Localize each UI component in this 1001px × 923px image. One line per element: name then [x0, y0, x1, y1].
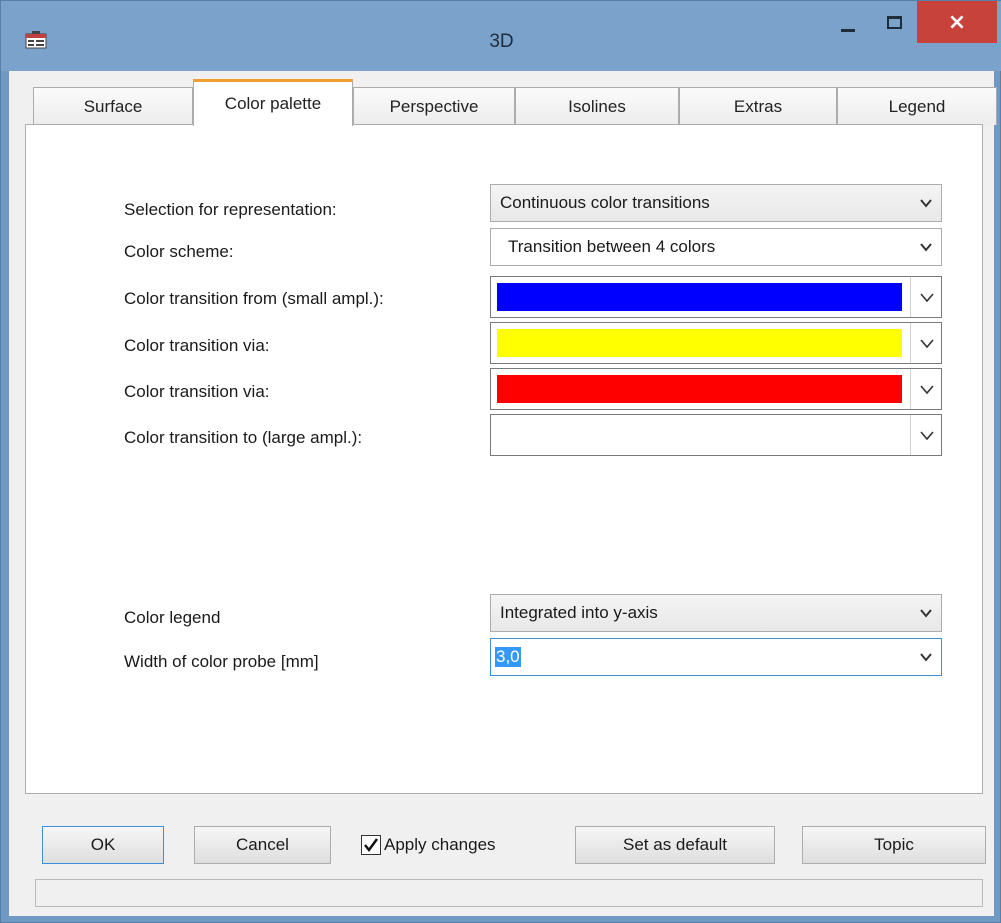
color-via-1-picker[interactable] [490, 322, 942, 364]
title-bar: 3D × [1, 1, 1001, 71]
divider [910, 415, 911, 455]
apply-changes-checkbox[interactable] [361, 835, 381, 855]
chevron-down-icon [920, 431, 934, 441]
probe-width-value[interactable]: 3,0 [495, 647, 521, 667]
chevron-down-icon[interactable] [919, 650, 933, 664]
apply-changes-checkbox-row[interactable]: Apply changes [361, 834, 496, 856]
tab-color-palette[interactable]: Color palette [193, 79, 353, 126]
color-from-swatch [497, 283, 902, 311]
color-via-2-label: Color transition via: [124, 382, 270, 401]
divider [910, 323, 911, 363]
status-bar [35, 879, 983, 907]
color-to-picker[interactable] [490, 414, 942, 456]
minimize-icon [841, 28, 855, 32]
topic-button[interactable]: Topic [802, 826, 986, 864]
chevron-down-icon [920, 339, 934, 349]
representation-dropdown[interactable]: Continuous color transitions [490, 184, 942, 222]
minimize-button[interactable] [825, 1, 871, 43]
maximize-button[interactable] [871, 1, 917, 43]
color-from-picker[interactable] [490, 276, 942, 318]
cancel-button[interactable]: Cancel [194, 826, 331, 864]
color-legend-value: Integrated into y-axis [500, 603, 658, 622]
color-legend-dropdown[interactable]: Integrated into y-axis [490, 594, 942, 632]
tab-surface[interactable]: Surface [33, 87, 193, 125]
color-via-1-label: Color transition via: [124, 336, 270, 355]
color-via-2-swatch [497, 375, 902, 403]
tab-extras[interactable]: Extras [679, 87, 837, 125]
color-from-label: Color transition from (small ampl.): [124, 289, 384, 308]
probe-width-combobox[interactable]: 3,0 [490, 638, 942, 676]
close-button[interactable]: × [917, 1, 997, 43]
checkmark-icon [364, 838, 379, 853]
tab-isolines[interactable]: Isolines [515, 87, 679, 125]
representation-label: Selection for representation: [124, 200, 337, 219]
chevron-down-icon [920, 609, 932, 618]
color-scheme-value: Transition between 4 colors [508, 237, 716, 256]
tab-perspective[interactable]: Perspective [353, 87, 515, 125]
divider [910, 369, 911, 409]
dialog-client-area: Surface Color palette Perspective Isolin… [9, 71, 997, 916]
color-via-1-swatch [497, 329, 902, 357]
apply-changes-label[interactable]: Apply changes [384, 835, 496, 855]
ok-button[interactable]: OK [42, 826, 164, 864]
color-scheme-dropdown[interactable]: Transition between 4 colors [490, 228, 942, 266]
color-to-label: Color transition to (large ampl.): [124, 428, 363, 447]
probe-width-label: Width of color probe [mm] [124, 652, 319, 671]
close-icon: × [947, 9, 967, 35]
maximize-icon [886, 15, 902, 29]
representation-value: Continuous color transitions [500, 193, 710, 212]
chevron-down-icon [920, 199, 932, 208]
color-to-swatch [497, 421, 902, 449]
color-scheme-label: Color scheme: [124, 242, 234, 261]
tab-legend[interactable]: Legend [837, 87, 997, 125]
divider [910, 277, 911, 317]
color-legend-label: Color legend [124, 608, 221, 627]
chevron-down-icon [920, 293, 934, 303]
color-via-2-picker[interactable] [490, 368, 942, 410]
color-palette-panel: Selection for representation: Continuous… [25, 124, 983, 794]
dialog-window: 3D × Surface Color palette Perspective I… [0, 0, 1001, 923]
chevron-down-icon [920, 385, 934, 395]
set-as-default-button[interactable]: Set as default [575, 826, 775, 864]
chevron-down-icon [920, 243, 932, 252]
